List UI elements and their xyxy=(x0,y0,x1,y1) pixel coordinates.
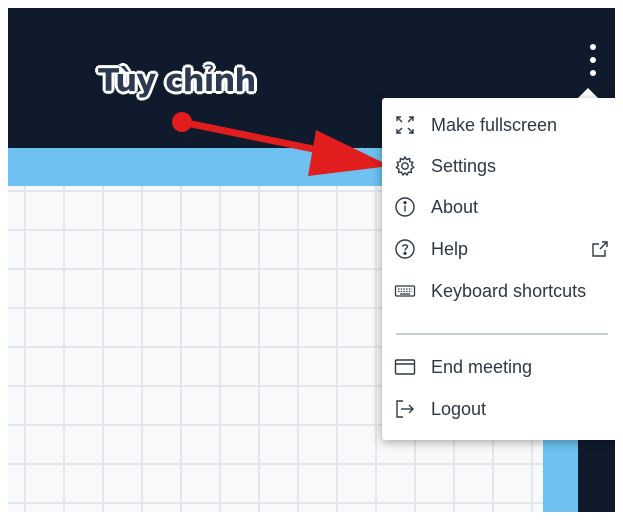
menu-item-label: Make fullscreen xyxy=(431,114,558,135)
vertical-ellipsis-icon[interactable] xyxy=(582,44,604,76)
menu-item-help[interactable]: Help xyxy=(382,229,615,269)
window-icon xyxy=(394,356,416,378)
menu-divider xyxy=(396,333,608,335)
annotation-label: Tùy chỉnh xyxy=(98,63,256,99)
logout-icon xyxy=(394,398,416,420)
info-icon xyxy=(394,196,416,218)
menu-item-end-meeting[interactable]: End meeting xyxy=(382,347,615,387)
external-link-icon xyxy=(590,239,610,259)
fullscreen-icon xyxy=(394,114,416,136)
menu-item-label: Keyboard shortcuts xyxy=(431,280,587,301)
menu-item-fullscreen[interactable]: Make fullscreen xyxy=(382,105,615,145)
options-menu: Make fullscreen Settings About Help Keyb… xyxy=(382,98,615,440)
menu-item-keyboard-shortcuts[interactable]: Keyboard shortcuts xyxy=(382,271,615,311)
app-window: Tùy chỉnh Make fullscreen Settings About… xyxy=(8,8,615,512)
help-icon xyxy=(394,238,416,260)
menu-item-about[interactable]: About xyxy=(382,187,615,227)
menu-item-logout[interactable]: Logout xyxy=(382,389,615,429)
menu-item-label: Logout xyxy=(431,398,487,419)
menu-item-label: Help xyxy=(431,238,469,259)
gear-icon xyxy=(394,155,416,177)
menu-item-label: About xyxy=(431,196,479,217)
menu-item-label: Settings xyxy=(431,155,497,176)
keyboard-icon xyxy=(394,280,416,302)
menu-item-settings[interactable]: Settings xyxy=(382,146,615,186)
menu-item-label: End meeting xyxy=(431,356,533,377)
